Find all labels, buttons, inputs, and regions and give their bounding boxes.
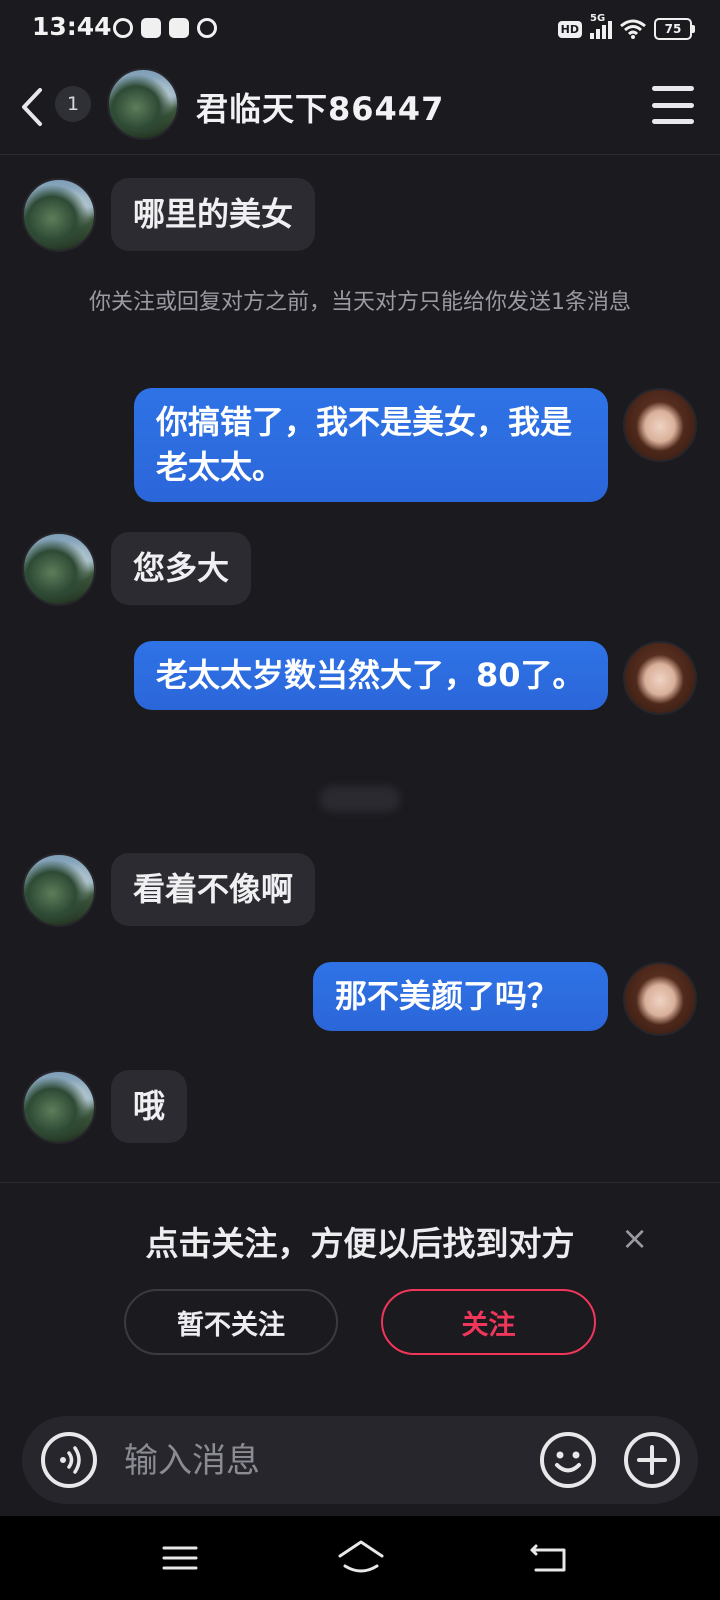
close-icon[interactable]: × [621,1219,648,1257]
video-app-notification-icon [141,18,161,38]
signal-icon: 5G [590,13,612,39]
status-time: 13:44 [32,12,112,41]
sync-notification-icon [113,18,133,38]
voice-icon[interactable] [39,1430,99,1490]
contact-message-avatar[interactable] [22,1070,96,1144]
system-navigation-bar [0,1516,720,1600]
wechat-notification-icon [197,18,217,38]
mail-notification-icon [169,18,189,38]
battery-icon: 75 [654,18,695,40]
follow-button[interactable]: 关注 [381,1289,596,1355]
wifi-icon [620,19,646,39]
incoming-message[interactable]: 哪里的美女 [111,178,316,251]
my-avatar[interactable] [623,641,697,715]
contact-avatar[interactable] [107,68,179,140]
network-type: 5G [590,13,606,24]
outgoing-message[interactable]: 那不美颜了吗？ [313,962,608,1031]
menu-button[interactable] [652,84,694,126]
hd-badge: HD [557,20,582,38]
incoming-message[interactable]: 您多大 [111,532,252,605]
nav-home-icon[interactable] [336,1536,386,1580]
emoji-icon[interactable] [538,1430,598,1490]
not-follow-button[interactable]: 暂不关注 [124,1289,338,1355]
my-avatar[interactable] [623,388,697,462]
outgoing-message[interactable]: 你搞错了，我不是美女，我是老太太。 [134,388,608,502]
notification-icons [113,18,217,38]
status-bar: 13:44 HD 5G 75 [0,0,720,60]
plus-icon[interactable] [622,1430,682,1490]
nav-back-icon[interactable] [528,1536,572,1580]
message-input-bar [22,1416,698,1504]
follow-prompt: 点击关注，方便以后找到对方 × 暂不关注 关注 [0,1182,720,1383]
chat-screen: 13:44 HD 5G 75 1 君临天下86447 哪里的美女 你关注或回复对… [0,0,720,1600]
contact-message-avatar[interactable] [22,853,96,927]
contact-message-avatar[interactable] [22,532,96,606]
message-input[interactable] [122,1432,526,1490]
contact-name[interactable]: 君临天下86447 [196,84,444,130]
chat-header: 1 君临天下86447 [0,60,720,155]
back-button[interactable] [14,82,50,132]
message-timestamp [320,786,400,812]
outgoing-message[interactable]: 老太太岁数当然大了，80了。 [134,641,608,710]
follow-prompt-text: 点击关注，方便以后找到对方 [145,1224,575,1263]
nav-menu-icon[interactable] [158,1536,202,1580]
my-avatar[interactable] [623,962,697,1036]
incoming-message[interactable]: 哦 [111,1070,188,1143]
back-arrow-icon [22,88,42,126]
system-tip: 你关注或回复对方之前，当天对方只能给你发送1条消息 [89,290,631,315]
unread-count-badge[interactable]: 1 [55,86,91,122]
incoming-message[interactable]: 看着不像啊 [111,853,316,926]
status-indicators: HD 5G 75 [557,13,695,40]
contact-message-avatar[interactable] [22,178,96,252]
menu-icon [652,86,694,91]
